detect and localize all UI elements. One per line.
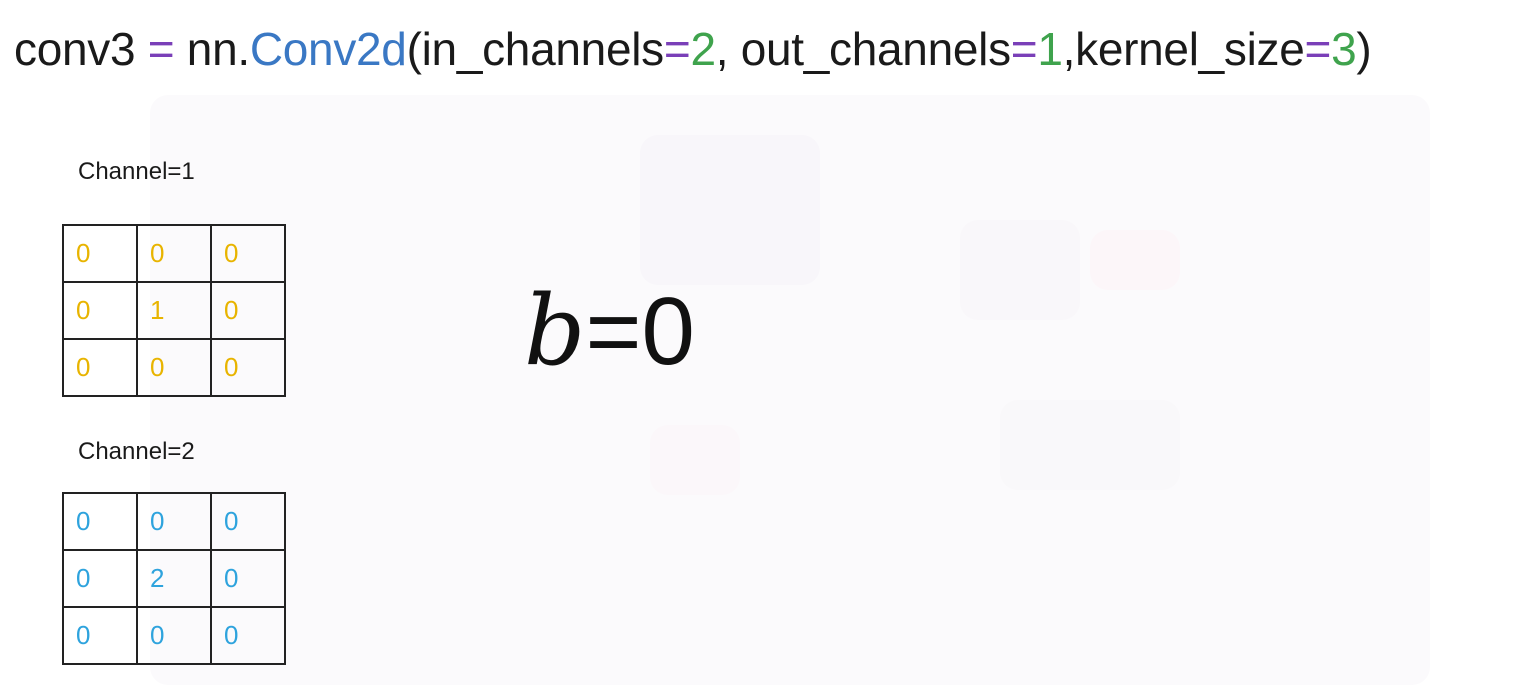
kernel-cell: 2: [136, 549, 212, 608]
code-close-paren: ): [1356, 23, 1372, 75]
kernel-cell: 0: [136, 492, 212, 551]
code-param-out-channels: out_channels: [740, 23, 1011, 75]
kernel-cell: 0: [210, 492, 286, 551]
kernel-cell: 0: [62, 549, 138, 608]
code-param-eq: =: [663, 23, 691, 75]
kernel-cell: 0: [62, 606, 138, 665]
kernel-cell: 0: [210, 606, 286, 665]
kernel-cell: 0: [62, 338, 138, 397]
code-variable: conv3: [14, 23, 136, 75]
kernel-cell: 0: [136, 224, 212, 283]
code-open-paren: (: [406, 23, 422, 75]
kernel-row: 0 1 0: [62, 281, 286, 340]
background-ghost-shape: [640, 135, 820, 285]
code-value-in-channels: 2: [690, 23, 716, 75]
background-ghost-shape: [1090, 230, 1180, 290]
bias-value: =0: [585, 278, 695, 385]
code-assign: =: [135, 23, 187, 75]
code-module: nn.: [186, 23, 250, 75]
code-param-kernel-size: kernel_size: [1075, 23, 1305, 75]
kernel-cell: 0: [136, 606, 212, 665]
code-param-eq: =: [1304, 23, 1332, 75]
bias-equation: b=0: [524, 276, 695, 387]
conv2d-code-line: conv3 = nn.Conv2d(in_channels=2, out_cha…: [14, 14, 1372, 84]
code-separator: ,: [1062, 23, 1076, 75]
kernel-cell: 0: [210, 281, 286, 340]
code-separator: ,: [715, 23, 741, 75]
code-value-out-channels: 1: [1037, 23, 1063, 75]
kernel-row: 0 0 0: [62, 338, 286, 397]
bias-symbol: b: [524, 275, 586, 387]
kernel-cell: 0: [62, 281, 138, 340]
background-ghost-shape: [960, 220, 1080, 320]
kernel-cell: 0: [136, 338, 212, 397]
kernel-cell: 1: [136, 281, 212, 340]
kernel-cell: 0: [62, 492, 138, 551]
code-class-name: Conv2d: [249, 23, 407, 75]
kernel-row: 0 2 0: [62, 549, 286, 608]
slide: conv3 = nn.Conv2d(in_channels=2, out_cha…: [0, 0, 1529, 687]
channel-2-kernel-grid: 0 0 0 0 2 0 0 0 0: [62, 492, 286, 665]
code-param-in-channels: in_channels: [421, 23, 665, 75]
background-ghost-shape: [1000, 400, 1180, 490]
background-ghost-shape: [650, 425, 740, 495]
channel-2-label: Channel=2: [78, 438, 195, 465]
kernel-cell: 0: [210, 224, 286, 283]
kernel-row: 0 0 0: [62, 606, 286, 665]
code-param-eq: =: [1010, 23, 1038, 75]
kernel-row: 0 0 0: [62, 224, 286, 283]
code-value-kernel-size: 3: [1331, 23, 1357, 75]
kernel-cell: 0: [210, 338, 286, 397]
channel-1-kernel-grid: 0 0 0 0 1 0 0 0 0: [62, 224, 286, 397]
kernel-cell: 0: [62, 224, 138, 283]
kernel-row: 0 0 0: [62, 492, 286, 551]
channel-1-label: Channel=1: [78, 158, 195, 185]
kernel-cell: 0: [210, 549, 286, 608]
